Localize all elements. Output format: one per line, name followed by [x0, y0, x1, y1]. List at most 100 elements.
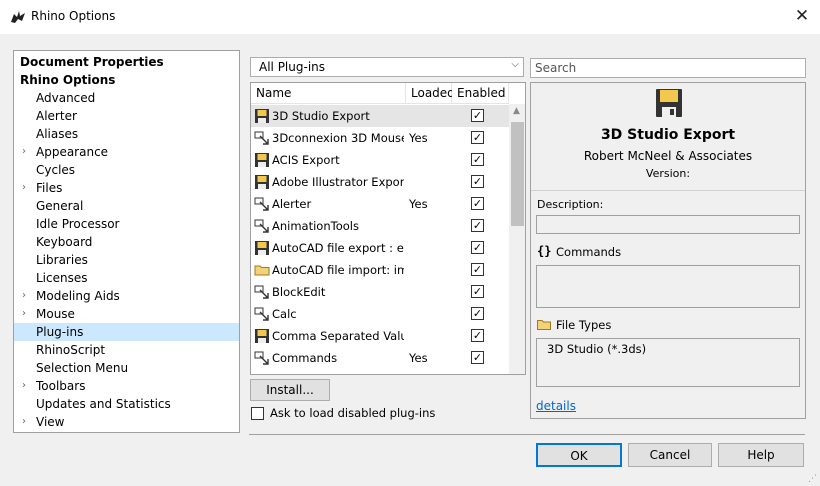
- enabled-checkbox[interactable]: ✓: [471, 241, 484, 254]
- cancel-button[interactable]: Cancel: [628, 443, 712, 467]
- tree-item-rhino-options[interactable]: Rhino Options: [14, 71, 239, 89]
- enabled-checkbox[interactable]: ✓: [471, 153, 484, 166]
- folder-icon: [254, 262, 270, 278]
- chevron-down-icon: ⌵: [511, 59, 519, 70]
- plugin-grid[interactable]: Name Loaded Enabled 3D Studio Export ✓ 3Dc…: [250, 82, 526, 375]
- plugin-author: Robert McNeel & Associates: [583, 149, 753, 163]
- plugin-name: AnimationTools: [272, 219, 359, 233]
- tree-item-cycles[interactable]: Cycles: [14, 161, 239, 179]
- file-type-item[interactable]: 3D Studio (*.3ds): [547, 342, 646, 356]
- tree-item-label: Advanced: [36, 91, 96, 105]
- command-icon: [254, 196, 270, 212]
- plugin-name: ACIS Export: [272, 153, 340, 167]
- enabled-checkbox[interactable]: ✓: [471, 329, 484, 342]
- scroll-up-icon[interactable]: ▲: [513, 106, 520, 116]
- tree-item-label: Rhino Options: [20, 73, 116, 87]
- resize-grip-icon[interactable]: ⋰: [808, 474, 817, 484]
- column-header-enabled[interactable]: Enabled: [452, 83, 509, 104]
- tree-item-modeling-aids[interactable]: › Modeling Aids: [14, 287, 239, 305]
- ok-button[interactable]: OK: [536, 443, 622, 467]
- search-input[interactable]: [535, 60, 795, 76]
- tree-item-document-properties[interactable]: Document Properties: [14, 53, 239, 71]
- chevron-right-icon[interactable]: ›: [22, 143, 26, 161]
- scrollbar-thumb[interactable]: [511, 122, 524, 226]
- tree-item-label: Aliases: [36, 127, 79, 141]
- save-icon: [254, 328, 270, 344]
- divider: [249, 434, 805, 435]
- close-icon[interactable]: ✕: [792, 6, 812, 26]
- enabled-checkbox[interactable]: ✓: [471, 175, 484, 188]
- enabled-checkbox[interactable]: ✓: [471, 285, 484, 298]
- save-icon: [254, 108, 270, 124]
- table-row[interactable]: Calc ✓: [251, 303, 509, 325]
- table-row[interactable]: Commands Yes ✓: [251, 347, 509, 369]
- column-header-name[interactable]: Name: [251, 83, 406, 104]
- tree-item-label: View: [36, 415, 65, 429]
- chevron-right-icon[interactable]: ›: [22, 287, 26, 305]
- tree-item-libraries[interactable]: Libraries: [14, 251, 239, 269]
- enabled-checkbox[interactable]: ✓: [471, 307, 484, 320]
- command-icon: [254, 130, 270, 146]
- grid-scrollbar[interactable]: ▲: [509, 104, 525, 374]
- search-box[interactable]: [530, 58, 806, 78]
- enabled-checkbox[interactable]: ✓: [471, 131, 484, 144]
- tree-item-label: Appearance: [36, 145, 109, 159]
- table-row[interactable]: 3Dconnexion 3D Mouse Yes ✓: [251, 127, 509, 149]
- chevron-right-icon[interactable]: ›: [22, 179, 26, 197]
- tree-item-selection-menu[interactable]: Selection Menu: [14, 359, 239, 377]
- commands-list[interactable]: [536, 265, 800, 308]
- tree-item-licenses[interactable]: Licenses: [14, 269, 239, 287]
- command-icon: [254, 218, 270, 234]
- enabled-checkbox[interactable]: ✓: [471, 219, 484, 232]
- tree-item-plug-ins[interactable]: Plug-ins: [14, 323, 239, 341]
- help-button[interactable]: Help: [718, 443, 804, 467]
- chevron-right-icon[interactable]: ›: [22, 377, 26, 395]
- enabled-checkbox[interactable]: ✓: [471, 197, 484, 210]
- enabled-checkbox[interactable]: ✓: [471, 263, 484, 276]
- save-icon: [254, 240, 270, 256]
- tree-item-alerter[interactable]: Alerter: [14, 107, 239, 125]
- table-row[interactable]: Comma Separated Value Ex ✓: [251, 325, 509, 347]
- tree-item-idle-processor[interactable]: Idle Processor: [14, 215, 239, 233]
- tree-item-label: Idle Processor: [36, 217, 120, 231]
- plugin-name: 3Dconnexion 3D Mouse: [272, 131, 404, 145]
- plugin-name: Alerter: [272, 197, 312, 211]
- table-row[interactable]: BlockEdit ✓: [251, 281, 509, 303]
- plugin-filter-dropdown[interactable]: All Plug-ins ⌵: [250, 57, 524, 77]
- file-types-label: File Types: [556, 318, 612, 332]
- plugin-name: AutoCAD file import: import_: [272, 263, 404, 277]
- table-row[interactable]: AnimationTools ✓: [251, 215, 509, 237]
- tree-item-label: Toolbars: [36, 379, 86, 393]
- tree-item-label: Plug-ins: [36, 325, 84, 339]
- tree-item-rhinoscript[interactable]: RhinoScript: [14, 341, 239, 359]
- tree-item-files[interactable]: › Files: [14, 179, 239, 197]
- column-header-loaded[interactable]: Loaded: [406, 83, 455, 104]
- install-button[interactable]: Install...: [250, 379, 330, 401]
- table-row[interactable]: Alerter Yes ✓: [251, 193, 509, 215]
- chevron-right-icon[interactable]: ›: [22, 413, 26, 431]
- tree-item-aliases[interactable]: Aliases: [14, 125, 239, 143]
- plugin-title: 3D Studio Export: [600, 127, 736, 143]
- table-row[interactable]: AutoCAD file import: import_ ✓: [251, 259, 509, 281]
- tree-item-label: Licenses: [36, 271, 88, 285]
- enabled-checkbox[interactable]: ✓: [471, 109, 484, 122]
- plugin-name: Commands: [272, 351, 338, 365]
- table-row[interactable]: 3D Studio Export ✓: [251, 105, 509, 127]
- tree-item-appearance[interactable]: › Appearance: [14, 143, 239, 161]
- tree-item-updates-and-statistics[interactable]: Updates and Statistics: [14, 395, 239, 413]
- tree-item-view[interactable]: › View: [14, 413, 239, 431]
- table-row[interactable]: Adobe Illustrator Export ✓: [251, 171, 509, 193]
- tree-item-mouse[interactable]: › Mouse: [14, 305, 239, 323]
- ask-load-disabled-checkbox[interactable]: [251, 407, 264, 420]
- tree-item-keyboard[interactable]: Keyboard: [14, 233, 239, 251]
- chevron-right-icon[interactable]: ›: [22, 305, 26, 323]
- divider: [531, 190, 805, 191]
- table-row[interactable]: ACIS Export ✓: [251, 149, 509, 171]
- tree-item-general[interactable]: General: [14, 197, 239, 215]
- table-row[interactable]: AutoCAD file export : export_ ✓: [251, 237, 509, 259]
- options-tree[interactable]: Document Properties Rhino Options Advanced…: [13, 50, 240, 433]
- tree-item-toolbars[interactable]: › Toolbars: [14, 377, 239, 395]
- details-link[interactable]: details: [536, 399, 576, 413]
- tree-item-advanced[interactable]: Advanced: [14, 89, 239, 107]
- enabled-checkbox[interactable]: ✓: [471, 351, 484, 364]
